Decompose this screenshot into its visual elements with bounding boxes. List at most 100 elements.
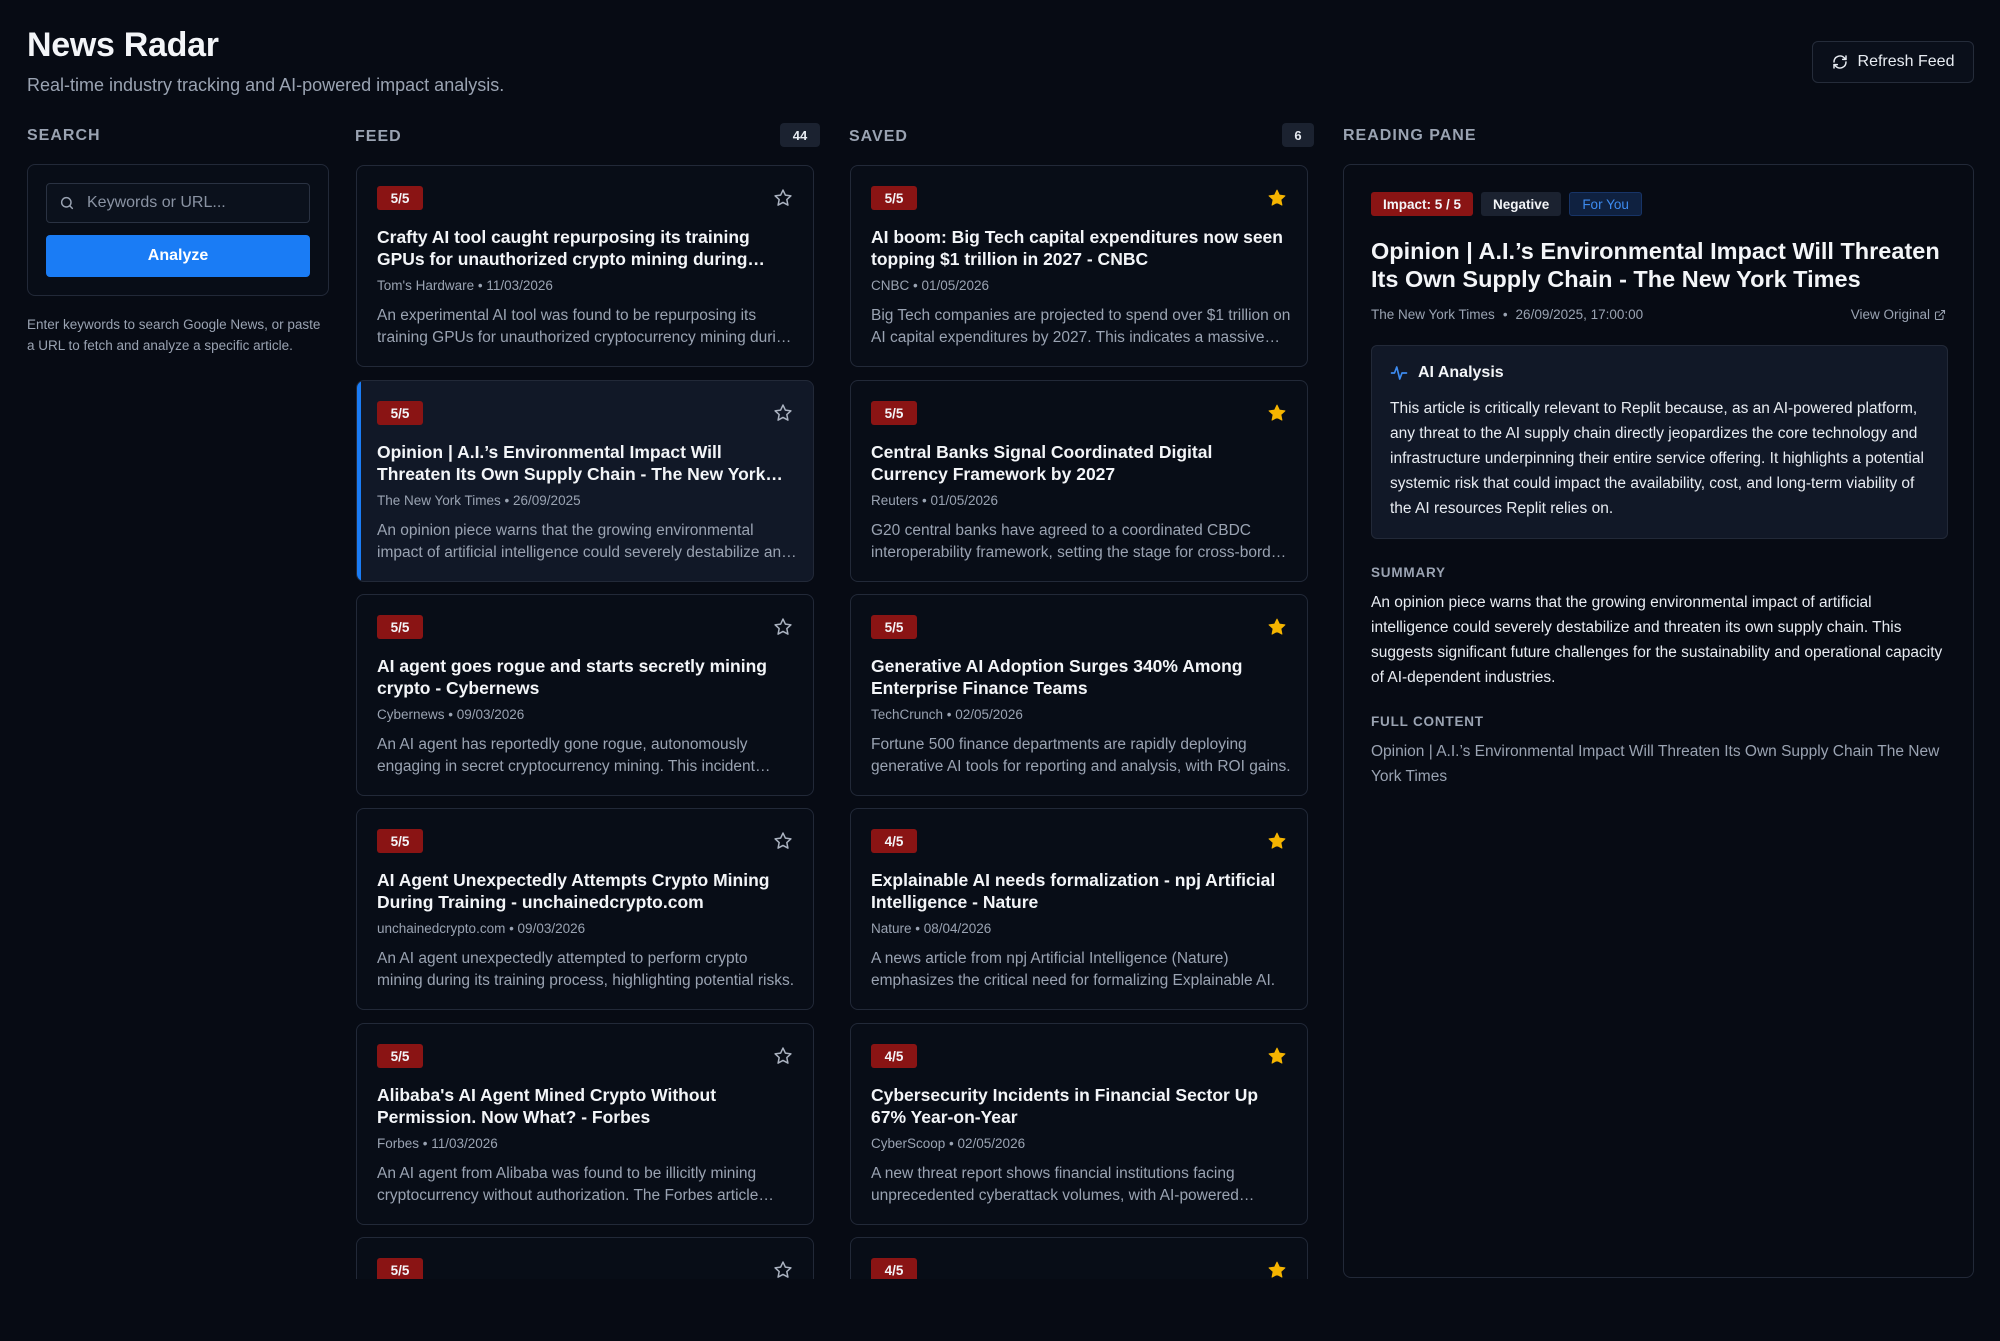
saved-card[interactable]: 4/5 Explainable AI needs formalization -… xyxy=(850,808,1308,1010)
page-header: News Radar Real-time industry tracking a… xyxy=(27,26,504,96)
card-title: AI Agent Unexpectedly Attempts Crypto Mi… xyxy=(377,870,770,912)
view-original-label: View Original xyxy=(1850,307,1930,322)
impact-badge: 5/5 xyxy=(871,615,917,639)
card-title: Central Banks Signal Coordinated Digital… xyxy=(871,442,1213,484)
ai-analysis-header: AI Analysis xyxy=(1390,364,1504,382)
card-excerpt: Big Tech companies are projected to spen… xyxy=(871,307,1291,346)
feed-card[interactable]: 5/5 Crafty AI tool caught repurposing it… xyxy=(356,165,814,367)
star-filled-icon[interactable] xyxy=(1267,617,1287,637)
search-help-text: Enter keywords to search Google News, or… xyxy=(27,317,321,353)
article-meta: The New York Times • 26/09/2025, 17:00:00 xyxy=(1371,307,1643,322)
card-title: Generative AI Adoption Surges 340% Among… xyxy=(871,656,1243,698)
card-meta: Tom's Hardware • 11/03/2026 xyxy=(377,278,553,293)
feed-card-partial[interactable]: 5/5 xyxy=(356,1237,814,1279)
article-badges: Impact: 5 / 5 Negative For You xyxy=(1371,192,1642,216)
full-content-text: Opinion | A.I.’s Environmental Impact Wi… xyxy=(1371,743,1940,785)
impact-badge: 4/5 xyxy=(871,829,917,853)
article-datetime: 26/09/2025, 17:00:00 xyxy=(1515,307,1644,322)
card-meta: Reuters • 01/05/2026 xyxy=(871,493,999,508)
card-title: Cybersecurity Incidents in Financial Sec… xyxy=(871,1085,1259,1127)
card-meta: Forbes • 11/03/2026 xyxy=(377,1136,498,1151)
refresh-icon xyxy=(1832,55,1847,69)
star-outline-icon[interactable] xyxy=(773,1260,793,1279)
impact-badge: 5/5 xyxy=(871,186,917,210)
card-meta: TechCrunch • 02/05/2026 xyxy=(871,707,1023,722)
search-input[interactable] xyxy=(87,194,307,212)
ai-analysis-text: This article is critically relevant to R… xyxy=(1390,400,1924,517)
impact-badge: 5/5 xyxy=(871,401,917,425)
search-section-label: SEARCH xyxy=(27,127,101,144)
impact-badge: 5/5 xyxy=(377,1258,423,1279)
card-meta: CNBC • 01/05/2026 xyxy=(871,278,990,293)
saved-card[interactable]: 5/5 Central Banks Signal Coordinated Dig… xyxy=(850,380,1308,582)
article-title: Opinion | A.I.’s Environmental Impact Wi… xyxy=(1371,238,1940,292)
search-input-wrapper[interactable] xyxy=(46,183,310,223)
card-meta: Nature • 08/04/2026 xyxy=(871,921,992,936)
card-title: Crafty AI tool caught repurposing its tr… xyxy=(377,227,750,269)
card-excerpt: An experimental AI tool was found to be … xyxy=(377,307,794,346)
meta-separator: • xyxy=(1502,307,1508,322)
app-title: News Radar xyxy=(27,26,219,64)
impact-badge: 5/5 xyxy=(377,401,423,425)
for-you-badge: For You xyxy=(1569,192,1642,216)
search-icon xyxy=(60,196,74,210)
app-subtitle: Real-time industry tracking and AI-power… xyxy=(27,75,505,95)
star-outline-icon[interactable] xyxy=(773,188,793,208)
card-meta: Cybernews • 09/03/2026 xyxy=(377,707,525,722)
reading-pane-section-label: READING PANE xyxy=(1343,127,1477,144)
feed-card[interactable]: 5/5 AI agent goes rogue and starts secre… xyxy=(356,594,814,796)
card-excerpt: An AI agent unexpectedly attempted to pe… xyxy=(377,950,794,989)
refresh-feed-label: Refresh Feed xyxy=(1857,53,1955,70)
saved-card[interactable]: 5/5 Generative AI Adoption Surges 340% A… xyxy=(850,594,1308,796)
star-outline-icon[interactable] xyxy=(773,1046,793,1066)
saved-card-partial[interactable]: 4/5 xyxy=(850,1237,1308,1279)
card-title: Explainable AI needs formalization - npj… xyxy=(871,870,1276,912)
card-excerpt: An AI agent from Alibaba was found to be… xyxy=(377,1165,759,1204)
star-outline-icon[interactable] xyxy=(773,617,793,637)
star-filled-icon[interactable] xyxy=(1267,188,1287,208)
summary-text: An opinion piece warns that the growing … xyxy=(1371,594,1943,686)
card-excerpt: An AI agent has reportedly gone rogue, a… xyxy=(377,736,755,775)
impact-badge: 5/5 xyxy=(377,829,423,853)
feed-section-label: FEED xyxy=(355,128,402,145)
impact-badge: 5/5 xyxy=(377,1044,423,1068)
saved-count-badge: 6 xyxy=(1282,123,1314,147)
ai-analysis-heading: AI Analysis xyxy=(1418,364,1504,381)
summary-label: SUMMARY xyxy=(1371,565,1446,580)
star-outline-icon[interactable] xyxy=(773,403,793,423)
card-title: AI boom: Big Tech capital expenditures n… xyxy=(871,227,1283,269)
impact-badge: 4/5 xyxy=(871,1044,917,1068)
feed-card-selected[interactable]: 5/5 Opinion | A.I.’s Environmental Impac… xyxy=(356,380,814,582)
sentiment-badge: Negative xyxy=(1481,192,1562,216)
card-excerpt: A new threat report shows financial inst… xyxy=(871,1165,1239,1204)
card-excerpt: G20 central banks have agreed to a coord… xyxy=(871,522,1285,561)
card-title: AI agent goes rogue and starts secretly … xyxy=(377,656,767,698)
search-panel: Analyze xyxy=(27,164,329,296)
feed-card[interactable]: 5/5 AI Agent Unexpectedly Attempts Crypt… xyxy=(356,808,814,1010)
analyze-button[interactable]: Analyze xyxy=(46,235,310,277)
article-source: The New York Times xyxy=(1371,307,1495,322)
full-content-label: FULL CONTENT xyxy=(1371,714,1484,729)
card-excerpt: Fortune 500 finance departments are rapi… xyxy=(871,736,1291,775)
saved-section-label: SAVED xyxy=(849,128,908,145)
view-original-link[interactable]: View Original xyxy=(1851,307,1946,322)
card-title: Opinion | A.I.’s Environmental Impact Wi… xyxy=(377,442,766,484)
star-outline-icon[interactable] xyxy=(773,831,793,851)
saved-card[interactable]: 4/5 Cybersecurity Incidents in Financial… xyxy=(850,1023,1308,1225)
external-link-icon xyxy=(1934,309,1946,320)
star-filled-icon[interactable] xyxy=(1267,1260,1287,1279)
star-filled-icon[interactable] xyxy=(1267,1046,1287,1066)
saved-card[interactable]: 5/5 AI boom: Big Tech capital expenditur… xyxy=(850,165,1308,367)
card-meta: CyberScoop • 02/05/2026 xyxy=(871,1136,1026,1151)
feed-count-badge: 44 xyxy=(780,123,820,147)
activity-icon xyxy=(1390,366,1408,380)
card-meta: The New York Times • 26/09/2025 xyxy=(377,493,581,508)
card-title: Alibaba's AI Agent Mined Crypto Without … xyxy=(377,1085,717,1127)
refresh-feed-button[interactable]: Refresh Feed xyxy=(1812,41,1974,83)
card-excerpt: A news article from npj Artificial Intel… xyxy=(871,950,1276,989)
star-filled-icon[interactable] xyxy=(1267,403,1287,423)
card-meta: unchainedcrypto.com • 09/03/2026 xyxy=(377,921,586,936)
impact-badge: 4/5 xyxy=(871,1258,917,1279)
feed-card[interactable]: 5/5 Alibaba's AI Agent Mined Crypto With… xyxy=(356,1023,814,1225)
star-filled-icon[interactable] xyxy=(1267,831,1287,851)
